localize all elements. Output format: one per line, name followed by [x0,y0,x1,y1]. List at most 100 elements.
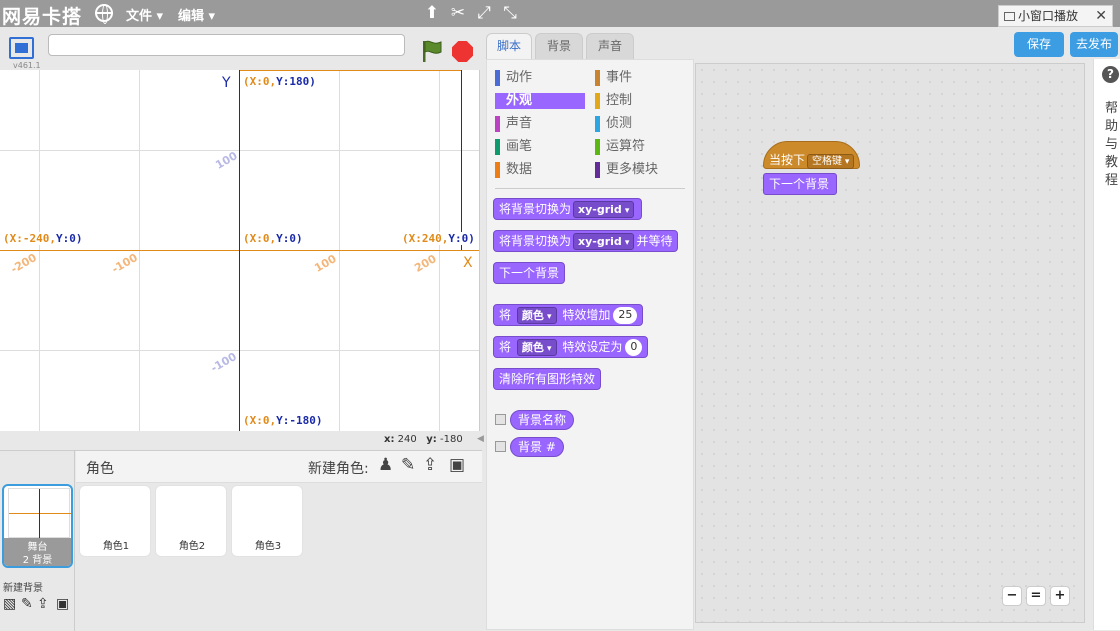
x-tick-label: -200 [8,250,39,277]
y-tick-label: -100 [208,349,239,376]
shrink-icon[interactable]: ⤡ [500,3,520,23]
category-control[interactable]: 控制 [595,93,632,109]
green-flag-icon[interactable] [420,39,444,63]
effect-amount-input[interactable]: 25 [613,307,638,324]
backdrop-dropdown[interactable]: xy-grid [573,201,635,218]
stop-sign-icon[interactable] [452,41,473,62]
mouse-x-label: x: [384,434,395,445]
category-more-blocks[interactable]: 更多模块 [595,162,658,178]
sprite-header: 角色 新建角色: ♟ ✎ ⇪ ▣ [76,451,482,483]
sprite-tile[interactable]: 角色3 [231,485,303,557]
scripts-area[interactable]: 当按下空格键 下一个背景 − = + [695,63,1085,623]
category-pen[interactable]: 画笔 [495,139,532,155]
stage-thumbnail[interactable]: 舞台 2 背景 [2,484,73,568]
sprite-name: 角色1 [102,541,130,552]
category-data[interactable]: 数据 [495,162,532,178]
brand-logo[interactable]: 网易卡搭 [2,2,82,29]
mouse-x-value: 240 [397,434,417,445]
zoom-reset-icon[interactable]: = [1026,586,1046,606]
edit-menu[interactable]: 编辑 ▾ [178,5,215,24]
switch-backdrop-block[interactable]: 将背景切换为 xy-grid [493,198,643,220]
coord-bottom: (X:0,Y:-180) [243,414,323,427]
backdrop-number-reporter[interactable]: 背景 # [510,437,564,457]
backdrop-name-checkbox[interactable] [495,414,506,425]
file-menu[interactable]: 文件 ▾ [126,5,163,24]
set-effect-block[interactable]: 将 颜色 特效设定为0 [493,336,649,358]
change-effect-block[interactable]: 将 颜色 特效增加25 [493,304,644,326]
x-tick-label: 200 [412,252,439,275]
category-events[interactable]: 事件 [595,70,632,86]
close-icon[interactable]: ✕ [1095,6,1107,26]
help-icon[interactable]: ? [1102,66,1119,83]
sprite-name: 角色2 [178,541,206,552]
category-looks[interactable]: 外观 [495,93,585,109]
tab-sounds[interactable]: 声音 [586,33,634,59]
category-sensing[interactable]: 侦测 [595,116,632,132]
backdrop-name-reporter[interactable]: 背景名称 [510,410,575,430]
next-backdrop-script-block[interactable]: 下一个背景 [763,173,837,195]
when-key-pressed-hat-block[interactable]: 当按下 空格键 [763,141,860,169]
x-tick-label: -100 [109,250,140,277]
coord-left: (X:-240,Y:0) [3,232,83,245]
mouse-y-label: y: [426,434,437,445]
category-sound[interactable]: 声音 [495,116,532,132]
palette-divider [495,188,685,189]
sprite-library-icon[interactable]: ♟ [378,455,393,475]
file-menu-label: 文件 [126,9,153,24]
backdrop-dropdown[interactable]: xy-grid [573,233,635,250]
x-axis [0,250,479,251]
grow-icon[interactable]: ⤢ [474,3,494,23]
block-palette: 动作 事件 外观 控制 声音 侦测 画笔 运算符 数据 更多模块 将背景切换为 x… [486,59,694,630]
clear-effects-block[interactable]: 清除所有图形特效 [493,368,602,390]
version-label: v461.1 [13,61,41,70]
backdrop-library-icon[interactable]: ▧ [3,596,16,612]
help-panel[interactable]: ? 帮助与教程 [1093,59,1120,630]
stage-label: 舞台 [27,542,48,553]
next-backdrop-block[interactable]: 下一个背景 [493,262,566,284]
new-sprite-label: 新建角色: [308,461,369,477]
effect-dropdown[interactable]: 颜色 [516,307,557,324]
stage-canvas[interactable]: (X:0,Y:180) (X:-240,Y:0) (X:0,Y:0) (X:24… [0,70,480,431]
duplicate-stamp-icon[interactable]: ⬆ [422,3,442,23]
category-motion[interactable]: 动作 [495,70,532,86]
y-tick-label: 100 [213,149,240,172]
zoom-out-icon[interactable]: − [1002,586,1022,606]
paint-brush-icon[interactable]: ✎ [401,455,415,475]
sprite-tile[interactable]: 角色2 [155,485,227,557]
project-title-input[interactable] [48,34,405,56]
save-button[interactable]: 保存 [1014,32,1064,57]
key-dropdown[interactable]: 空格键 [807,154,855,169]
upload-icon[interactable]: ⇪ [37,596,49,612]
collapse-arrow-icon[interactable]: ◀ [477,434,485,450]
x-tick-label: 100 [312,252,339,275]
fullscreen-toggle-icon[interactable] [9,37,34,59]
tab-scripts[interactable]: 脚本 [486,33,532,59]
y-axis-label: Y [222,75,231,91]
paint-brush-icon[interactable]: ✎ [21,596,33,612]
coord-top: (X:0,Y:180) [243,75,316,88]
stage-backdrop-count: 2 背景 [22,555,53,566]
share-button[interactable]: 去发布 [1070,32,1118,57]
camera-icon[interactable]: ▣ [56,596,69,612]
x-axis-label: X [463,255,473,271]
effect-value-input[interactable]: 0 [625,339,643,356]
effect-dropdown[interactable]: 颜色 [516,339,557,356]
category-operators[interactable]: 运算符 [595,139,645,155]
new-backdrop-label: 新建背景 [3,583,43,594]
language-globe-icon[interactable] [95,4,113,24]
switch-backdrop-wait-block[interactable]: 将背景切换为xy-grid并等待 [493,230,679,252]
delete-scissors-icon[interactable]: ✂ [448,3,468,23]
help-label: 帮助与教程 [1105,101,1119,188]
tab-backdrops[interactable]: 背景 [535,33,583,59]
zoom-in-icon[interactable]: + [1050,586,1070,606]
menu-bar: 网易卡搭 文件 ▾ 编辑 ▾ ⬆ ✂ ⤢ ⤡ 小窗口播放 ✕ [0,0,1120,29]
mini-play-label: 小窗口播放 [1018,9,1079,23]
zoom-controls: − = + [1002,586,1074,608]
mini-window-play-button[interactable]: 小窗口播放 ✕ [998,5,1113,27]
upload-icon[interactable]: ⇪ [423,455,437,475]
sprite-tile[interactable]: 角色1 [79,485,151,557]
camera-icon[interactable]: ▣ [449,455,465,475]
backdrop-number-checkbox[interactable] [495,441,506,452]
stage-column: 舞台 2 背景 新建背景 ▧ ✎ ⇪ ▣ [0,451,75,631]
mouse-position: x: 240 y: -180 [384,434,463,445]
